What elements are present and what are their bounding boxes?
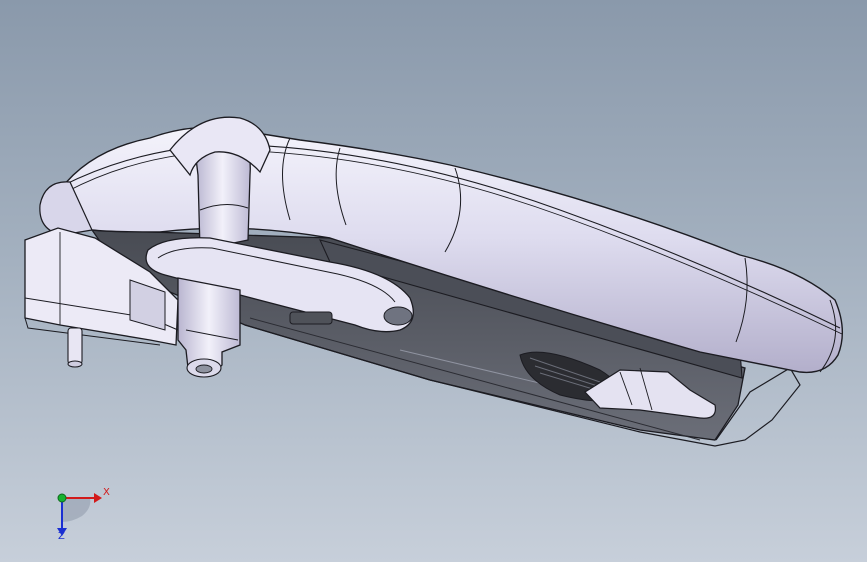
flange-hole <box>383 306 413 326</box>
cad-graphics-viewport[interactable]: X Z <box>0 0 867 562</box>
x-axis-arrow <box>94 493 102 503</box>
3d-model-view[interactable] <box>0 0 867 562</box>
z-axis-label: Z <box>58 531 65 542</box>
triad-shadow <box>62 498 91 522</box>
flange-slot <box>289 311 333 325</box>
y-axis-marker <box>57 493 67 503</box>
x-axis-label: X <box>103 487 110 498</box>
connector-pin <box>67 327 83 365</box>
